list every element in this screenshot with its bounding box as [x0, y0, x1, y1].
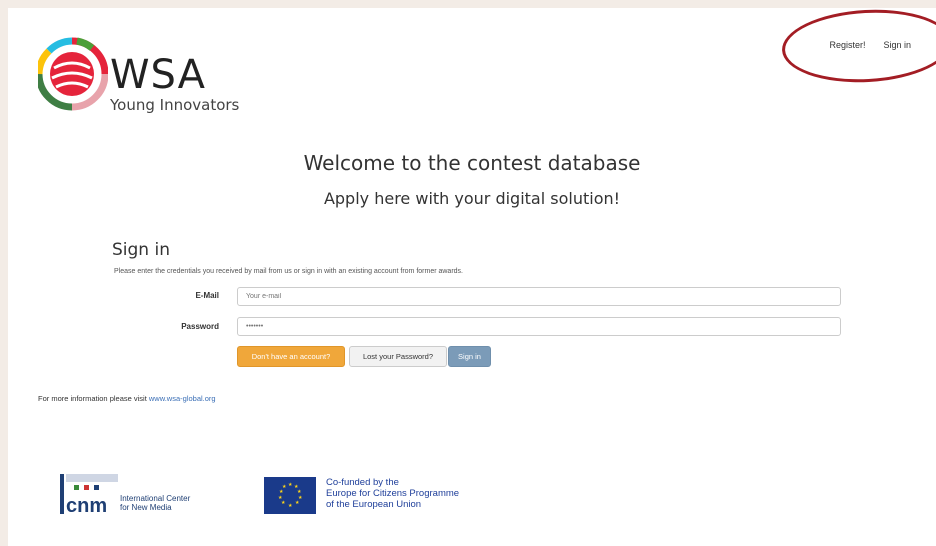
eu-flag-icon: ★ ★ ★ ★ ★ ★ ★ ★ ★ ★ — [264, 477, 316, 514]
wsa-global-link[interactable]: www.wsa-global.org — [149, 394, 216, 403]
logo-subtitle: Young Innovators — [110, 96, 240, 114]
cnm-line1: International Center — [120, 494, 191, 503]
apply-subheading: Apply here with your digital solution! — [323, 189, 621, 208]
svg-text:★: ★ — [278, 495, 283, 501]
svg-text:★: ★ — [288, 503, 293, 509]
lost-password-button[interactable]: Lost your Password? — [349, 346, 447, 367]
svg-text:★: ★ — [282, 484, 287, 490]
info-text: For more information please visit www.ws… — [38, 394, 216, 403]
wsa-logo[interactable]: WSA Young Innovators — [35, 32, 248, 122]
eu-line2: Europe for Citizens Programme — [326, 488, 460, 499]
welcome-heading: Welcome to the contest database — [303, 151, 641, 175]
email-label: E-Mail — [195, 291, 219, 300]
eu-line3: of the European Union — [326, 499, 422, 510]
signin-link[interactable]: Sign in — [883, 40, 911, 50]
logo-title: WSA — [110, 52, 207, 98]
email-field[interactable] — [237, 287, 841, 306]
cnm-text: International Center for New Media — [120, 494, 190, 512]
page: WSA Young Innovators Register! Sign in W… — [8, 8, 936, 546]
password-label: Password — [181, 322, 219, 331]
svg-text:★: ★ — [288, 482, 293, 488]
register-link[interactable]: Register! — [829, 40, 865, 50]
svg-text:★: ★ — [295, 500, 300, 506]
globe-logo-icon — [35, 37, 109, 111]
signin-button[interactable]: Sign in — [448, 346, 491, 367]
top-nav: Register! Sign in — [829, 40, 911, 50]
cnm-line2: for New Media — [120, 503, 172, 512]
no-account-button[interactable]: Don't have an account? — [237, 346, 345, 367]
cnm-logo-icon: cnm — [60, 474, 118, 517]
eu-funding-text: Co-funded by the Europe for Citizens Pro… — [326, 477, 459, 510]
eu-line1: Co-funded by the — [326, 477, 399, 488]
signin-description: Please enter the credentials you receive… — [114, 268, 463, 275]
cnm-logo[interactable]: cnm International Center for New Media — [60, 474, 220, 518]
eu-stars-icon: ★ ★★ ★★★ ★★★ ★ — [278, 482, 303, 509]
signin-title: Sign in — [112, 240, 170, 260]
password-field[interactable] — [237, 317, 841, 336]
cnm-abbr: cnm — [66, 495, 107, 517]
info-prefix: For more information please visit — [38, 394, 147, 403]
